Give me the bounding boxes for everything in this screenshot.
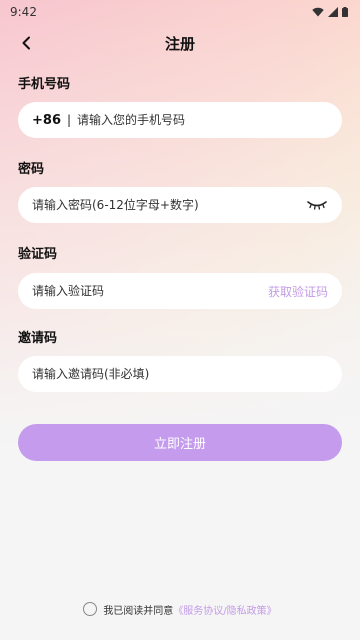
phone-input[interactable] <box>77 113 328 127</box>
agreement-text: 我已阅读并同意 <box>103 605 174 617</box>
phone-field: +86 | <box>18 102 342 138</box>
code-input[interactable] <box>32 284 268 298</box>
separator: | <box>66 113 72 127</box>
agreement-link[interactable]: 《服务协议/隐私政策》 <box>173 602 276 617</box>
wifi-icon <box>312 7 324 17</box>
country-code[interactable]: +86 <box>32 113 61 128</box>
password-visibility-toggle[interactable] <box>306 198 328 212</box>
password-input[interactable] <box>32 198 306 212</box>
back-button[interactable] <box>14 31 38 55</box>
status-icons <box>312 7 348 17</box>
header: 注册 <box>0 28 360 58</box>
invite-field <box>18 356 342 392</box>
password-label: 密码 <box>18 162 45 177</box>
page-title: 注册 <box>164 34 195 53</box>
code-field: 获取验证码 <box>18 273 342 309</box>
signal-icon <box>328 7 338 17</box>
agreement-row: 我已阅读并同意 《服务协议/隐私政策》 <box>0 600 360 618</box>
register-button[interactable]: 立即注册 <box>18 424 342 461</box>
phone-label: 手机号码 <box>18 77 71 92</box>
status-time: 9:42 <box>10 5 37 19</box>
code-label: 验证码 <box>18 247 58 262</box>
background-gradient <box>0 0 360 640</box>
invite-input[interactable] <box>32 367 328 381</box>
agree-radio[interactable] <box>83 602 98 616</box>
invite-label: 邀请码 <box>18 331 58 346</box>
get-code-button[interactable]: 获取验证码 <box>268 283 328 300</box>
eye-closed-icon <box>307 201 327 210</box>
status-bar: 9:42 <box>0 0 360 24</box>
password-field <box>18 187 342 223</box>
battery-icon <box>342 7 348 17</box>
chevron-left-icon <box>22 36 30 50</box>
